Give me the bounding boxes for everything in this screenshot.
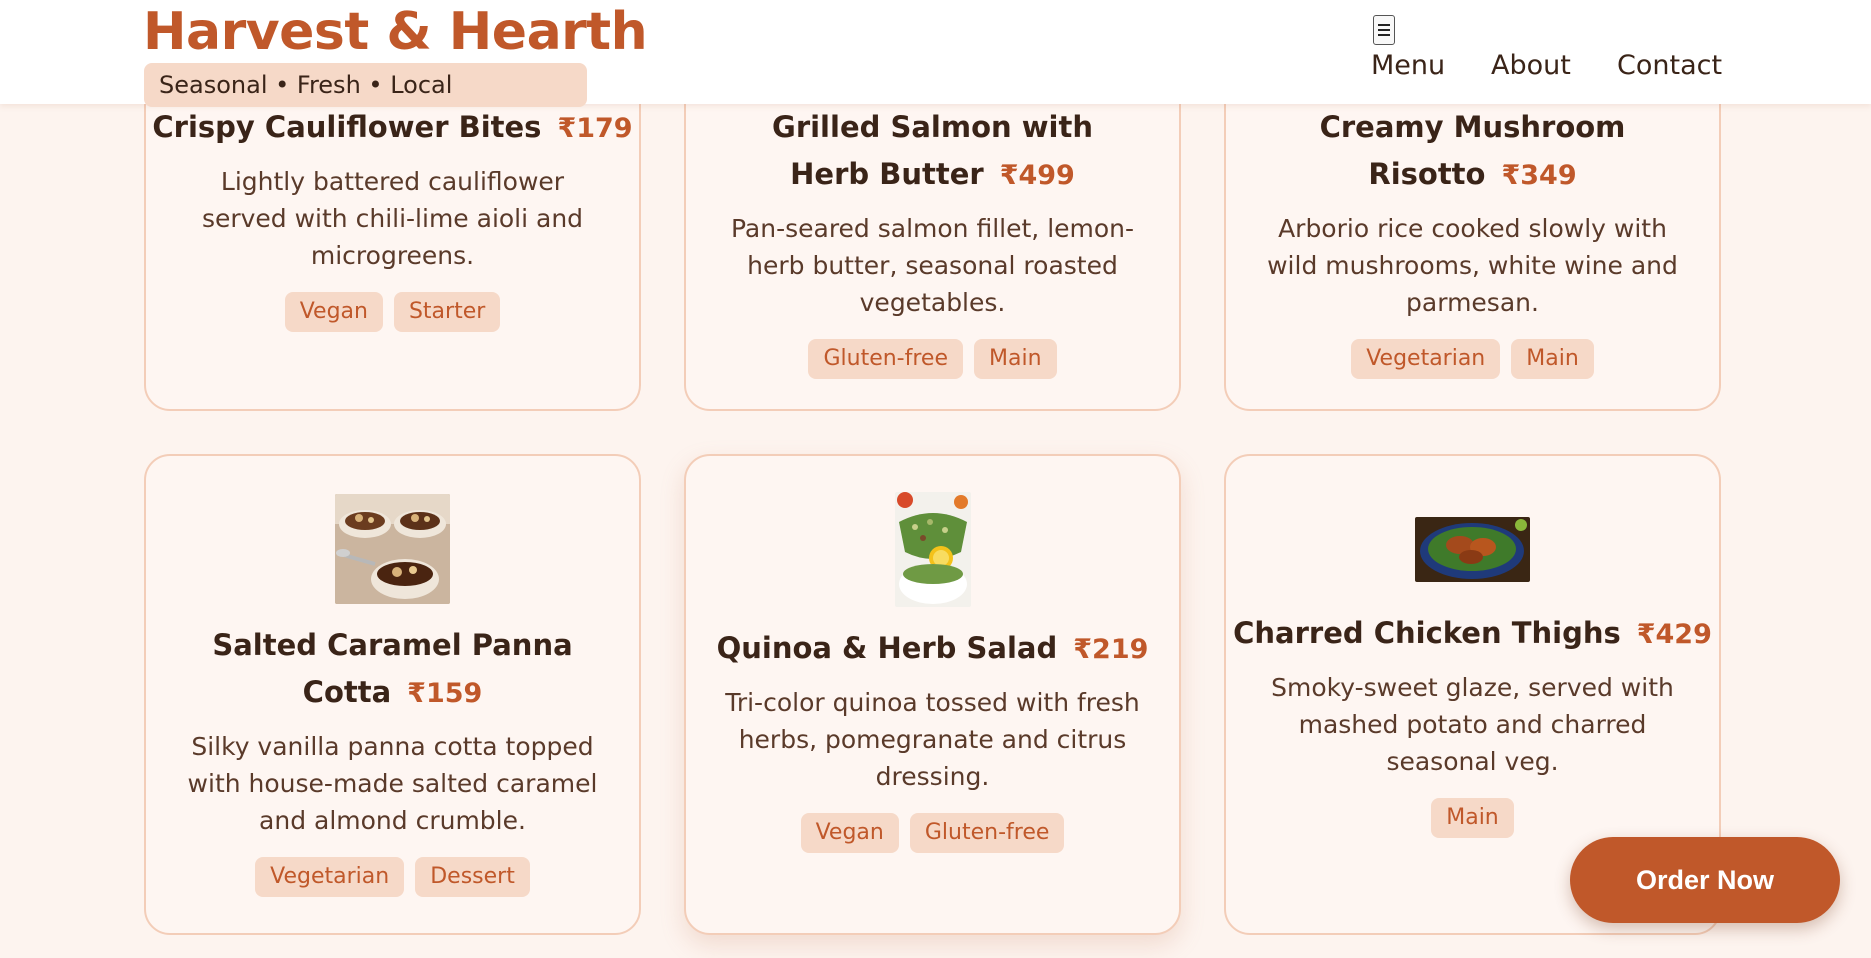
menu-card: Quinoa & Herb Salad ₹219 Tri-color quinoa… [684,454,1181,935]
order-now-button[interactable]: Order Now [1570,837,1840,923]
tag: Main [974,339,1057,379]
brand-title[interactable]: Harvest & Hearth [143,2,648,62]
dish-price: ₹349 [1501,160,1577,191]
tag-list: Vegan Starter [146,292,639,332]
nav-link-about[interactable]: About [1491,48,1571,84]
chicken-image-icon [1415,517,1530,582]
quinoa-salad-photo [894,492,971,607]
dish-description: Tri-color quinoa tossed with fresh herbs… [725,688,1140,791]
dish-name: Creamy Mushroom Risotto [1319,110,1626,191]
hamburger-icon[interactable] [1373,15,1395,45]
tag: Main [1431,798,1514,838]
tag: Gluten-free [808,339,963,379]
tag-list: Main [1226,798,1719,838]
tag-list: Vegetarian Dessert [146,857,639,897]
tag: Starter [393,292,501,332]
dish-heading: Quinoa & Herb Salad ₹219 [686,627,1179,674]
tag: Vegetarian [1351,339,1501,379]
tag: Vegetarian [255,857,405,897]
card-body: Quinoa & Herb Salad ₹219 Tri-color quinoa… [686,456,1179,853]
dish-name: Quinoa & Herb Salad [716,631,1058,665]
dish-heading: Salted Caramel Panna Cotta ₹159 [173,624,613,718]
panna-cotta-image-icon [335,494,450,604]
brand-tagline: Seasonal • Fresh • Local [144,63,587,107]
dish-price: ₹499 [999,160,1075,191]
dish-heading: Grilled Salmon with Herb Butter ₹499 [733,106,1133,200]
tag-list: Vegetarian Main [1226,339,1719,379]
tag-list: Gluten-free Main [686,339,1179,379]
menu-card: Salted Caramel Panna Cotta ₹159 Silky van… [144,454,641,935]
panna-cotta-photo [335,494,450,604]
card-body: Charred Chicken Thighs ₹429 Smoky-sweet g… [1226,456,1719,838]
salad-image-icon [894,492,971,607]
dish-description: Silky vanilla panna cotta topped with ho… [187,732,598,835]
dish-description: Smoky-sweet glaze, served with mashed po… [1271,673,1674,776]
dish-name: Charred Chicken Thighs [1233,616,1621,650]
site-header: Harvest & Hearth Seasonal • Fresh • Loca… [0,0,1871,107]
nav-link-contact[interactable]: Contact [1617,48,1722,84]
dish-name: Salted Caramel Panna Cotta [212,628,573,709]
dish-description: Arborio rice cooked slowly with wild mus… [1267,214,1678,317]
tag: Vegan [284,292,383,332]
dish-price: ₹429 [1636,619,1712,650]
dish-heading: Creamy Mushroom Risotto ₹349 [1253,106,1693,200]
dish-description: Pan-seared salmon fillet, lemon-herb but… [730,214,1135,317]
dish-heading: Crispy Cauliflower Bites ₹179 [146,106,639,153]
nav-link-menu[interactable]: Menu [1371,48,1445,84]
dish-name: Crispy Cauliflower Bites [152,110,542,144]
dish-price: ₹179 [557,113,633,144]
tag: Dessert [415,857,530,897]
tag: Vegan [800,813,899,853]
dish-price: ₹159 [407,678,483,709]
chicken-thighs-photo [1415,517,1530,582]
dish-price: ₹219 [1073,634,1149,665]
dish-heading: Charred Chicken Thighs ₹429 [1226,612,1719,659]
card-body: Salted Caramel Panna Cotta ₹159 Silky van… [146,456,639,897]
tag: Gluten-free [909,813,1065,853]
tag: Main [1511,339,1594,379]
dish-description: Lightly battered cauliflower served with… [201,167,584,270]
tag-list: Vegan Gluten-free [686,813,1179,853]
